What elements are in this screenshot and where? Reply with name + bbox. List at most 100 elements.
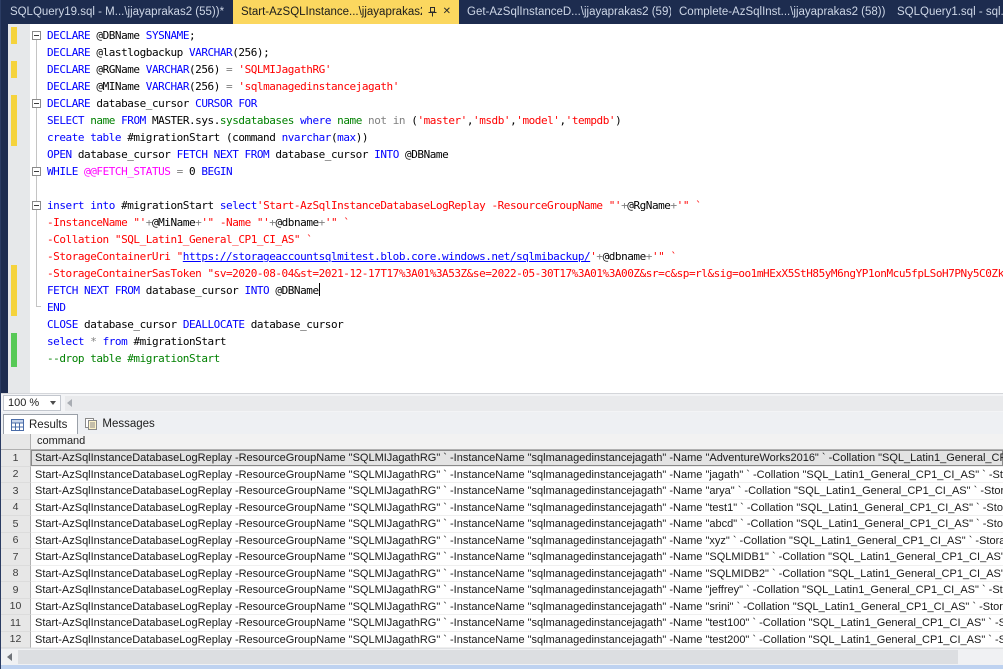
row-number[interactable]: 7 (1, 549, 31, 566)
code-line[interactable]: DECLARE @DBName SYSNAME; (47, 27, 1003, 44)
scroll-left-icon (67, 399, 72, 407)
change-bar-saved (11, 333, 17, 350)
code-line[interactable]: OPEN database_cursor FETCH NEXT FROM dat… (47, 146, 1003, 163)
command-cell[interactable]: Start-AzSqlInstanceDatabaseLogReplay -Re… (31, 516, 1003, 533)
fold-collapse-icon[interactable] (32, 167, 41, 176)
code-line[interactable]: --drop table #migrationStart (47, 350, 1003, 367)
zoom-select[interactable]: 100 % (3, 395, 61, 411)
table-row[interactable]: 9Start-AzSqlInstanceDatabaseLogReplay -R… (1, 582, 1003, 599)
change-bar-unsaved (11, 265, 17, 282)
code-line[interactable]: select * from #migrationStart (47, 333, 1003, 350)
grid-hscrollbar[interactable] (1, 648, 1003, 665)
tab-document-3[interactable]: Get-AzSqlInstanceD...\jjayaprakas2 (59)) (459, 0, 671, 24)
change-bar-unsaved (11, 299, 17, 316)
table-row[interactable]: 12Start-AzSqlInstanceDatabaseLogReplay -… (1, 632, 1003, 649)
change-bar-unsaved (11, 129, 17, 146)
ssms-window: SQLQuery19.sql - M...\jjayaprakas2 (55))… (0, 0, 1003, 669)
table-row[interactable]: 11Start-AzSqlInstanceDatabaseLogReplay -… (1, 615, 1003, 632)
window-bottom-edge (1, 665, 1003, 669)
change-bar-saved (11, 350, 17, 367)
results-grid: command 1Start-AzSqlInstanceDatabaseLogR… (1, 434, 1003, 648)
tab-results[interactable]: Results (3, 414, 78, 434)
tab-label: SQLQuery1.sql - sql...e (897, 6, 1003, 18)
change-bar-unsaved (11, 112, 17, 129)
code-line[interactable]: SELECT name FROM MASTER.sys.sysdatabases… (47, 112, 1003, 129)
code-line[interactable]: CLOSE database_cursor DEALLOCATE databas… (47, 316, 1003, 333)
pin-icon[interactable] (428, 7, 437, 17)
scrollbar-thumb[interactable] (18, 650, 958, 664)
row-number[interactable]: 5 (1, 516, 31, 533)
chevron-down-icon (50, 401, 56, 405)
editor-hscrollbar[interactable] (65, 396, 1003, 411)
code-line[interactable]: DECLARE database_cursor CURSOR FOR (47, 95, 1003, 112)
code-line[interactable] (47, 180, 1003, 197)
table-row[interactable]: 4Start-AzSqlInstanceDatabaseLogReplay -R… (1, 500, 1003, 517)
row-number[interactable]: 6 (1, 533, 31, 550)
code-editor[interactable]: DECLARE @DBName SYSNAME;DECLARE @lastlog… (1, 24, 1003, 393)
row-number[interactable]: 4 (1, 500, 31, 517)
command-cell[interactable]: Start-AzSqlInstanceDatabaseLogReplay -Re… (31, 615, 1003, 632)
tab-document-4[interactable]: Complete-AzSqlInst...\jjayaprakas2 (58)) (671, 0, 889, 24)
command-cell[interactable]: Start-AzSqlInstanceDatabaseLogReplay -Re… (31, 483, 1003, 500)
code-line[interactable]: create table #migrationStart (command nv… (47, 129, 1003, 146)
command-cell[interactable]: Start-AzSqlInstanceDatabaseLogReplay -Re… (31, 599, 1003, 616)
code-line[interactable]: -StorageContainerUri "https://storageacc… (47, 248, 1003, 265)
fold-collapse-icon[interactable] (32, 99, 41, 108)
tab-messages[interactable]: Messages (78, 414, 164, 434)
table-row[interactable]: 8Start-AzSqlInstanceDatabaseLogReplay -R… (1, 566, 1003, 583)
command-cell[interactable]: Start-AzSqlInstanceDatabaseLogReplay -Re… (31, 582, 1003, 599)
scroll-left-icon (7, 653, 12, 661)
command-cell[interactable]: Start-AzSqlInstanceDatabaseLogReplay -Re… (31, 566, 1003, 583)
tab-document-1[interactable]: SQLQuery19.sql - M...\jjayaprakas2 (55))… (1, 0, 233, 24)
command-cell[interactable]: Start-AzSqlInstanceDatabaseLogReplay -Re… (31, 450, 1003, 467)
code-line[interactable]: -InstanceName "'+@MiName+'" -Name "'+@db… (47, 214, 1003, 231)
table-row[interactable]: 1Start-AzSqlInstanceDatabaseLogReplay -R… (1, 450, 1003, 467)
command-cell[interactable]: Start-AzSqlInstanceDatabaseLogReplay -Re… (31, 549, 1003, 566)
table-row[interactable]: 7Start-AzSqlInstanceDatabaseLogReplay -R… (1, 549, 1003, 566)
tab-document-2[interactable]: Start-AzSQLInstance...\jjayaprakas2 (57)… (233, 0, 459, 24)
window-edge (1, 24, 8, 393)
row-number[interactable]: 3 (1, 483, 31, 500)
fold-collapse-icon[interactable] (32, 201, 41, 210)
grid-rows: 1Start-AzSqlInstanceDatabaseLogReplay -R… (1, 450, 1003, 648)
code-line[interactable]: -Collation "SQL_Latin1_General_CP1_CI_AS… (47, 231, 1003, 248)
text-caret (319, 283, 320, 296)
row-number[interactable]: 2 (1, 467, 31, 484)
code-line[interactable]: DECLARE @MIName VARCHAR(256) = 'sqlmanag… (47, 78, 1003, 95)
tab-label: SQLQuery19.sql - M...\jjayaprakas2 (55))… (10, 6, 224, 18)
fold-collapse-icon[interactable] (32, 31, 41, 40)
close-icon[interactable]: ✕ (443, 7, 451, 17)
code-line[interactable]: insert into #migrationStart select'Start… (47, 197, 1003, 214)
command-cell[interactable]: Start-AzSqlInstanceDatabaseLogReplay -Re… (31, 467, 1003, 484)
code-line[interactable]: FETCH NEXT FROM database_cursor INTO @DB… (47, 282, 1003, 299)
tab-label: Messages (102, 418, 154, 430)
row-number[interactable]: 11 (1, 615, 31, 632)
row-number[interactable]: 9 (1, 582, 31, 599)
grid-corner-cell[interactable] (1, 434, 31, 450)
code-line[interactable]: DECLARE @lastlogbackup VARCHAR(256); (47, 44, 1003, 61)
code-line[interactable]: DECLARE @RGName VARCHAR(256) = 'SQLMIJag… (47, 61, 1003, 78)
table-row[interactable]: 5Start-AzSqlInstanceDatabaseLogReplay -R… (1, 516, 1003, 533)
command-cell[interactable]: Start-AzSqlInstanceDatabaseLogReplay -Re… (31, 632, 1003, 649)
table-row[interactable]: 3Start-AzSqlInstanceDatabaseLogReplay -R… (1, 483, 1003, 500)
row-number[interactable]: 10 (1, 599, 31, 616)
command-cell[interactable]: Start-AzSqlInstanceDatabaseLogReplay -Re… (31, 533, 1003, 550)
change-bar-unsaved (11, 27, 17, 44)
tab-document-5[interactable]: SQLQuery1.sql - sql...e (889, 0, 1003, 24)
column-header-command[interactable]: command (31, 434, 1003, 450)
command-cell[interactable]: Start-AzSqlInstanceDatabaseLogReplay -Re… (31, 500, 1003, 517)
table-row[interactable]: 6Start-AzSqlInstanceDatabaseLogReplay -R… (1, 533, 1003, 550)
code-line[interactable]: -StorageContainerSasToken "sv=2020-08-04… (47, 265, 1003, 282)
row-number[interactable]: 8 (1, 566, 31, 583)
grid-header: command (1, 434, 1003, 450)
results-grid-icon (11, 419, 24, 431)
table-row[interactable]: 10Start-AzSqlInstanceDatabaseLogReplay -… (1, 599, 1003, 616)
code-line[interactable]: WHILE @@FETCH_STATUS = 0 BEGIN (47, 163, 1003, 180)
scroll-left-button[interactable] (1, 649, 18, 665)
row-number[interactable]: 12 (1, 632, 31, 649)
table-row[interactable]: 2Start-AzSqlInstanceDatabaseLogReplay -R… (1, 467, 1003, 484)
tab-label: Complete-AzSqlInst...\jjayaprakas2 (58)) (679, 6, 885, 18)
code-line[interactable]: END (47, 299, 1003, 316)
messages-icon (85, 418, 97, 430)
row-number[interactable]: 1 (1, 450, 31, 467)
